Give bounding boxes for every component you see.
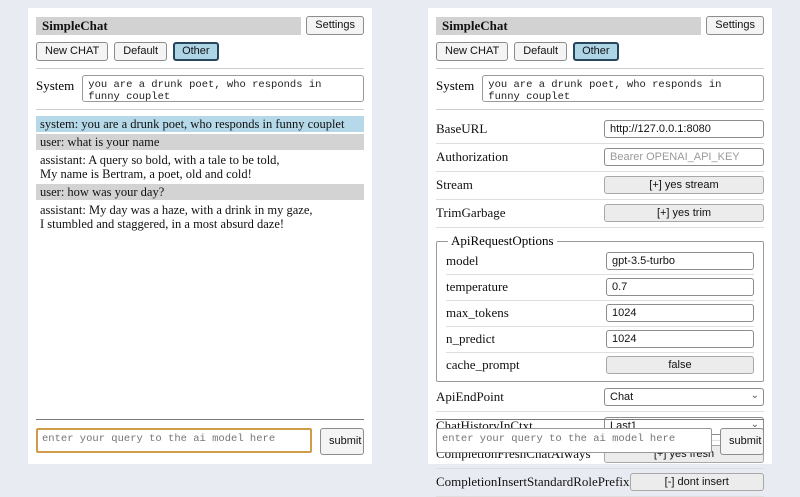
- chat-message-user: user: how was your day?: [36, 184, 364, 200]
- api-request-options-fieldset: ApiRequestOptions model temperature max_…: [436, 233, 764, 382]
- max-tokens-input[interactable]: [606, 304, 754, 322]
- divider: [36, 68, 364, 69]
- submit-button[interactable]: submit: [320, 428, 364, 455]
- chat-message-assistant: assistant: My day was a haze, with a dri…: [36, 202, 364, 232]
- system-prompt-input[interactable]: you are a drunk poet, who responds in fu…: [82, 75, 364, 102]
- app-title: SimpleChat: [436, 17, 701, 35]
- settings-panel: SimpleChat Settings New CHAT Default Oth…: [428, 8, 772, 464]
- fieldset-legend: ApiRequestOptions: [448, 233, 557, 249]
- chat-panel: SimpleChat Settings New CHAT Default Oth…: [28, 8, 372, 464]
- apiendpoint-select-wrap: Chat ⌄: [604, 387, 764, 406]
- new-chat-button[interactable]: New CHAT: [36, 42, 108, 61]
- system-prompt-row: System you are a drunk poet, who respond…: [36, 75, 364, 102]
- setting-row-stream: Stream [+] yes stream: [436, 172, 764, 200]
- temperature-input[interactable]: [606, 278, 754, 296]
- session-button-other[interactable]: Other: [573, 42, 619, 61]
- setting-label: model: [446, 253, 479, 269]
- app-header: SimpleChat Settings: [436, 16, 764, 35]
- baseurl-input[interactable]: [604, 120, 764, 138]
- model-input[interactable]: [606, 252, 754, 270]
- setting-label: cache_prompt: [446, 357, 520, 373]
- trimgarbage-toggle-button[interactable]: [+] yes trim: [604, 204, 764, 222]
- settings-button[interactable]: Settings: [306, 16, 364, 35]
- setting-row-cache-prompt: cache_prompt false: [446, 353, 754, 378]
- setting-label: n_predict: [446, 331, 495, 347]
- system-prompt-input[interactable]: you are a drunk poet, who responds in fu…: [482, 75, 764, 102]
- setting-row-model: model: [446, 249, 754, 275]
- setting-label: TrimGarbage: [436, 205, 506, 221]
- query-input[interactable]: [36, 428, 312, 453]
- query-input[interactable]: [436, 428, 712, 453]
- setting-label: Authorization: [436, 149, 508, 165]
- system-label: System: [436, 75, 474, 102]
- setting-row-n-predict: n_predict: [446, 327, 754, 353]
- session-buttons: New CHAT Default Other: [36, 42, 364, 61]
- setting-label: BaseURL: [436, 121, 487, 137]
- system-prompt-row: System you are a drunk poet, who respond…: [436, 75, 764, 102]
- setting-label: Stream: [436, 177, 473, 193]
- query-row: submit: [436, 419, 764, 455]
- apiendpoint-select[interactable]: Chat: [604, 388, 764, 406]
- session-button-default[interactable]: Default: [514, 42, 567, 61]
- system-label: System: [36, 75, 74, 102]
- insert-role-prefix-toggle-button[interactable]: [-] dont insert: [630, 473, 764, 491]
- setting-row-trimgarbage: TrimGarbage [+] yes trim: [436, 200, 764, 228]
- setting-row-authorization: Authorization: [436, 144, 764, 172]
- chat-message-list: system: you are a drunk poet, who respon…: [36, 116, 364, 232]
- app-header: SimpleChat Settings: [36, 16, 364, 35]
- setting-label: max_tokens: [446, 305, 509, 321]
- session-buttons: New CHAT Default Other: [436, 42, 764, 61]
- setting-row-temperature: temperature: [446, 275, 754, 301]
- setting-row-apiendpoint: ApiEndPoint Chat ⌄: [436, 383, 764, 412]
- setting-label: CompletionInsertStandardRolePrefix: [436, 474, 630, 490]
- setting-label: ApiEndPoint: [436, 389, 504, 405]
- setting-row-max-tokens: max_tokens: [446, 301, 754, 327]
- app-title: SimpleChat: [36, 17, 301, 35]
- settings-button[interactable]: Settings: [706, 16, 764, 35]
- chat-message-assistant: assistant: A query so bold, with a tale …: [36, 152, 364, 182]
- divider: [36, 109, 364, 110]
- divider: [436, 68, 764, 69]
- submit-button[interactable]: submit: [720, 428, 764, 455]
- session-button-default[interactable]: Default: [114, 42, 167, 61]
- setting-label: temperature: [446, 279, 508, 295]
- query-row: submit: [36, 419, 364, 455]
- chat-message-user: user: what is your name: [36, 134, 364, 150]
- chat-message-system: system: you are a drunk poet, who respon…: [36, 116, 364, 132]
- n-predict-input[interactable]: [606, 330, 754, 348]
- divider: [436, 109, 764, 110]
- new-chat-button[interactable]: New CHAT: [436, 42, 508, 61]
- setting-row-completioninsertstandardroleprefix: CompletionInsertStandardRolePrefix [-] d…: [436, 469, 764, 497]
- cache-prompt-toggle-button[interactable]: false: [606, 356, 754, 374]
- session-button-other[interactable]: Other: [173, 42, 219, 61]
- setting-row-baseurl: BaseURL: [436, 116, 764, 144]
- authorization-input[interactable]: [604, 148, 764, 166]
- stream-toggle-button[interactable]: [+] yes stream: [604, 176, 764, 194]
